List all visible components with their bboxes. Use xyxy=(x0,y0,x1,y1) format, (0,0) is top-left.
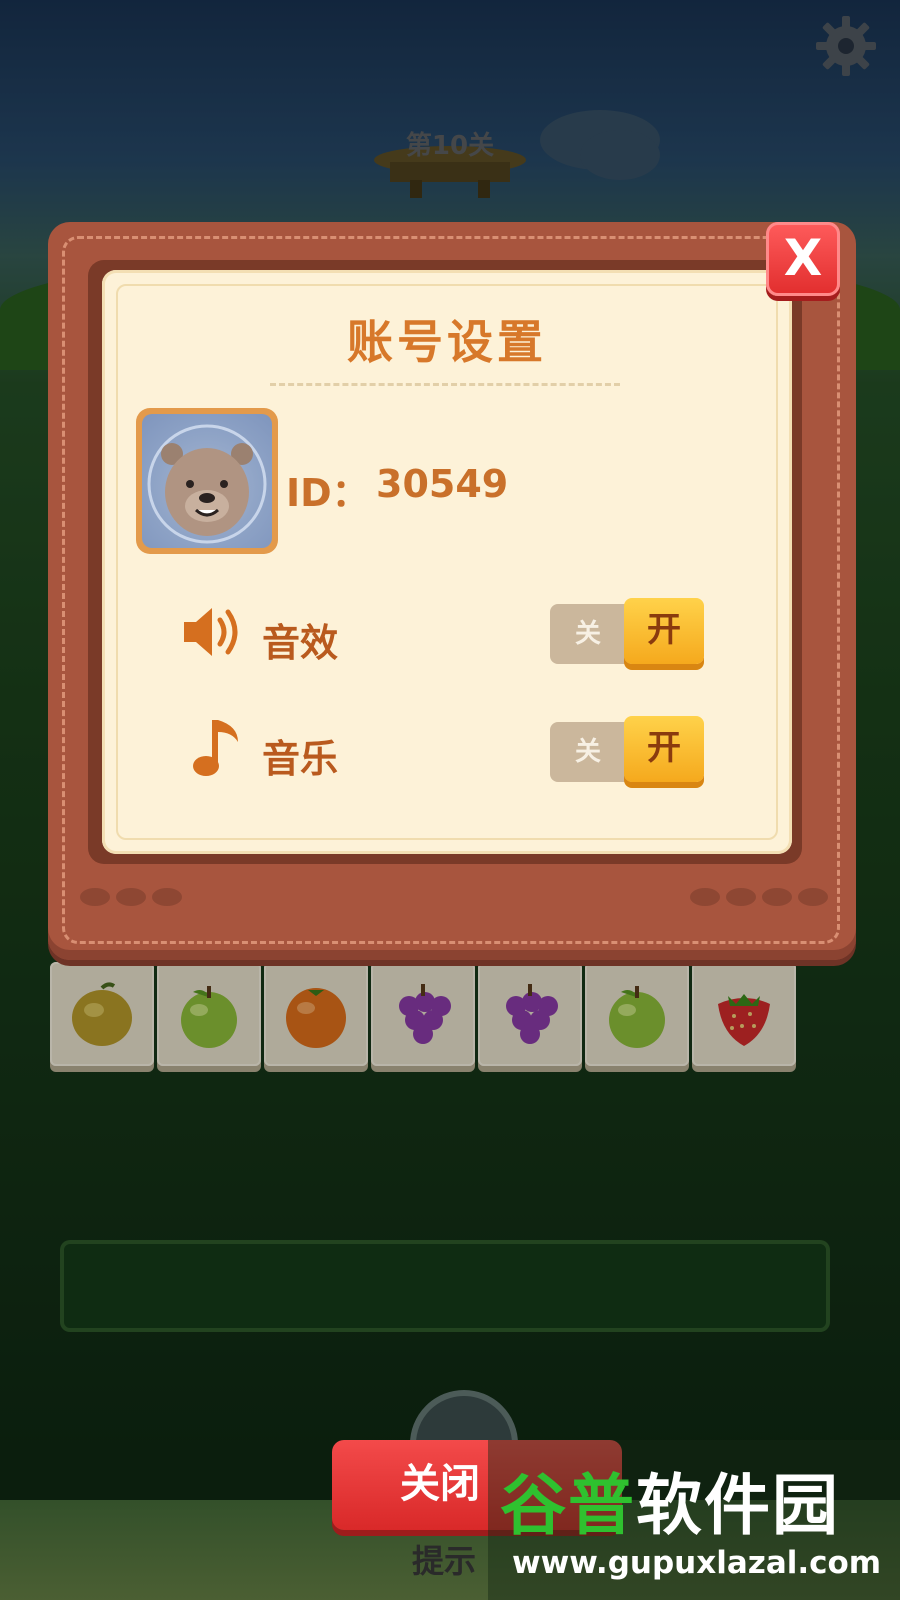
tile-orange[interactable] xyxy=(264,962,368,1066)
speaker-icon xyxy=(180,604,246,672)
watermark-title: 谷普软件园 xyxy=(500,1452,840,1548)
green-apple-icon xyxy=(609,986,665,1048)
tile-strawberry[interactable] xyxy=(692,962,796,1066)
watermark-title-part2: 软件园 xyxy=(636,1467,840,1544)
title-divider xyxy=(270,383,620,386)
orange-icon xyxy=(286,988,346,1048)
sound-effects-toggle[interactable]: 关 开 xyxy=(550,598,704,668)
decorative-dots-right xyxy=(690,888,828,906)
music-label: 音乐 xyxy=(262,737,339,781)
toggle-off-option[interactable]: 关 xyxy=(550,722,626,782)
lemon-icon xyxy=(72,982,132,1046)
grapes-icon xyxy=(399,984,451,1044)
account-id-label: ID： xyxy=(286,471,370,515)
music-note-icon xyxy=(188,716,244,792)
toggle-on-option[interactable]: 开 xyxy=(624,598,704,664)
account-id-value: 30549 xyxy=(376,462,509,506)
watermark-title-part1: 谷普 xyxy=(500,1467,636,1544)
green-apple-icon xyxy=(181,986,237,1048)
toggle-off-option[interactable]: 关 xyxy=(550,604,626,664)
tile-grapes[interactable] xyxy=(371,962,475,1066)
hint-label: 提示 xyxy=(412,1542,477,1580)
music-toggle[interactable]: 关 开 xyxy=(550,716,704,786)
toggle-on-option[interactable]: 开 xyxy=(624,716,704,782)
close-dialog-button[interactable]: X xyxy=(766,222,840,296)
strawberry-icon xyxy=(718,994,770,1046)
dialog-title: 账号设置 xyxy=(347,315,547,369)
watermark-url: www.gupuxlazal.com xyxy=(512,1545,882,1581)
decorative-dots-left xyxy=(80,888,182,906)
fruit-tile-row xyxy=(50,962,799,1066)
tile-green-apple[interactable] xyxy=(157,962,261,1066)
bear-avatar-image xyxy=(142,414,272,548)
tile-green-apple[interactable] xyxy=(585,962,689,1066)
sound-effects-label: 音效 xyxy=(262,621,339,665)
tile-lemon[interactable] xyxy=(50,962,154,1066)
grapes-icon xyxy=(506,984,558,1044)
tile-slot-bar xyxy=(60,1240,830,1332)
tile-grapes[interactable] xyxy=(478,962,582,1066)
